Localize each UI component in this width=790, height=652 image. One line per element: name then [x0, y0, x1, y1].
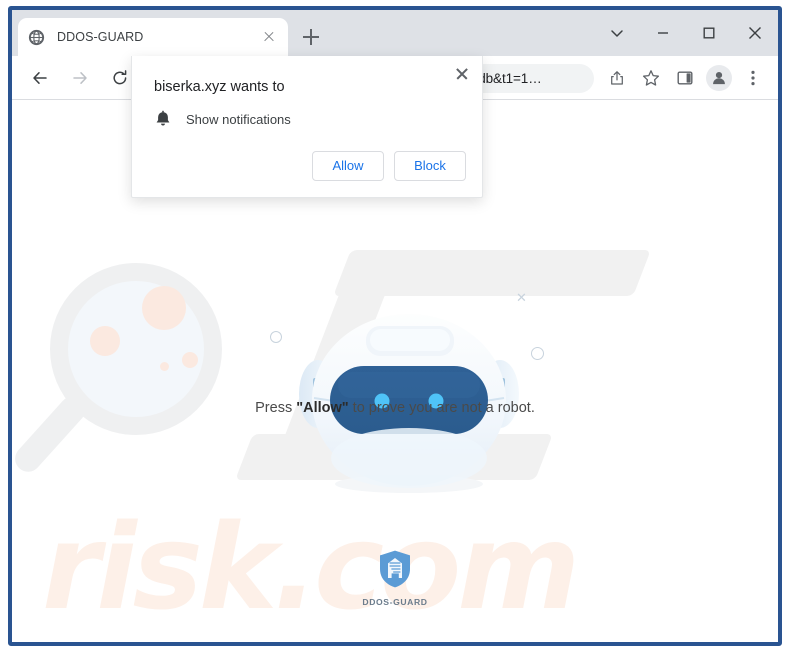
decor-dot — [160, 362, 169, 371]
dialog-actions: Allow Block — [312, 151, 466, 181]
decor-dot — [182, 352, 198, 368]
page-prompt: Press "Allow" to prove you are not a rob… — [12, 400, 778, 416]
window-controls — [594, 10, 778, 56]
back-icon[interactable] — [25, 63, 55, 93]
notification-permission-dialog: biserka.xyz wants to Show notifications … — [131, 56, 483, 198]
permission-request-label: Show notifications — [186, 111, 291, 127]
decor-cross: ✕ — [516, 290, 527, 305]
chevron-down-icon[interactable] — [594, 13, 640, 53]
side-panel-icon[interactable] — [671, 64, 699, 92]
footer-logo: DDOS-GUARD — [12, 549, 778, 607]
star-icon[interactable] — [637, 64, 665, 92]
globe-icon — [28, 29, 45, 46]
prompt-emphasis: "Allow" — [296, 400, 349, 416]
forward-icon — [65, 63, 95, 93]
browser-tab[interactable]: DDOS-GUARD — [18, 18, 288, 56]
shield-icon — [12, 549, 778, 594]
block-button[interactable]: Block — [394, 151, 466, 181]
dialog-title: biserka.xyz wants to — [154, 79, 285, 95]
minimize-icon[interactable] — [640, 13, 686, 53]
prompt-prefix: Press — [255, 400, 297, 416]
tab-title: DDOS-GUARD — [57, 30, 144, 44]
share-icon[interactable] — [603, 64, 631, 92]
decor-dot — [90, 326, 120, 356]
prompt-suffix: to prove you are not a robot. — [348, 400, 535, 416]
allow-button[interactable]: Allow — [312, 151, 384, 181]
decor-dot — [142, 286, 186, 330]
bell-icon — [154, 110, 172, 128]
new-tab-button[interactable] — [298, 24, 324, 50]
browser-window: DDOS-GUARD ✕ risk.com Press "Allow" to p… — [8, 6, 782, 646]
overflow-menu-icon[interactable] — [739, 64, 767, 92]
permission-request-row: Show notifications — [154, 110, 291, 128]
footer-brand-name: DDOS-GUARD — [362, 597, 428, 607]
tab-strip: DDOS-GUARD — [12, 10, 778, 56]
avatar[interactable] — [706, 65, 732, 91]
close-icon[interactable] — [452, 64, 472, 84]
maximize-icon[interactable] — [686, 13, 732, 53]
close-icon[interactable] — [260, 28, 278, 46]
close-icon[interactable] — [732, 13, 778, 53]
